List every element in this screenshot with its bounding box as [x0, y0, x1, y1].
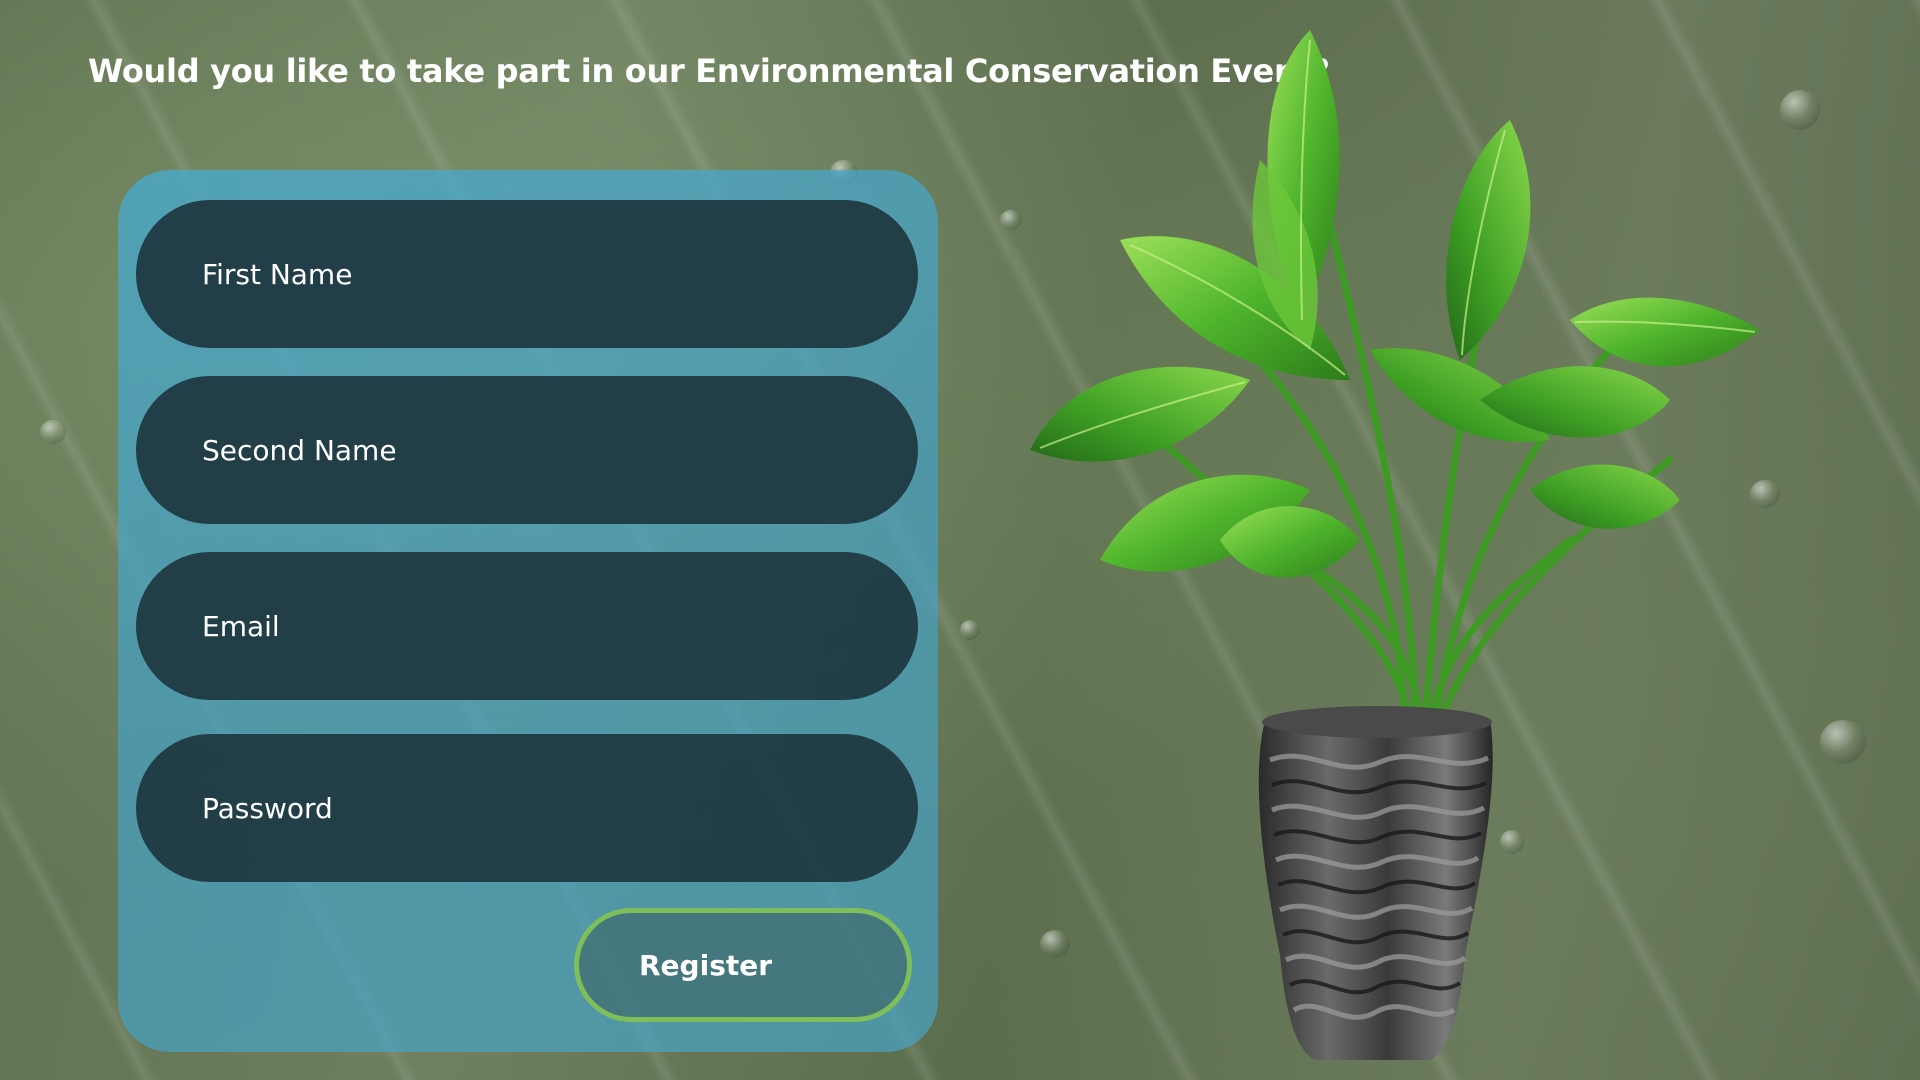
email-input[interactable]: [202, 609, 842, 643]
password-input[interactable]: [202, 791, 842, 825]
second-name-field[interactable]: [136, 376, 918, 524]
email-field[interactable]: [136, 552, 918, 700]
water-drop: [960, 620, 980, 640]
password-field[interactable]: [136, 734, 918, 882]
registration-form: Register: [118, 170, 938, 1052]
water-drop: [1780, 90, 1820, 130]
potted-plant-icon: [1030, 30, 1760, 1060]
water-drop: [40, 420, 66, 444]
water-drop: [1820, 720, 1866, 764]
first-name-input[interactable]: [202, 257, 842, 291]
first-name-field[interactable]: [136, 200, 918, 348]
register-button[interactable]: Register: [574, 908, 912, 1022]
register-button-label: Register: [639, 948, 773, 982]
second-name-input[interactable]: [202, 433, 842, 467]
